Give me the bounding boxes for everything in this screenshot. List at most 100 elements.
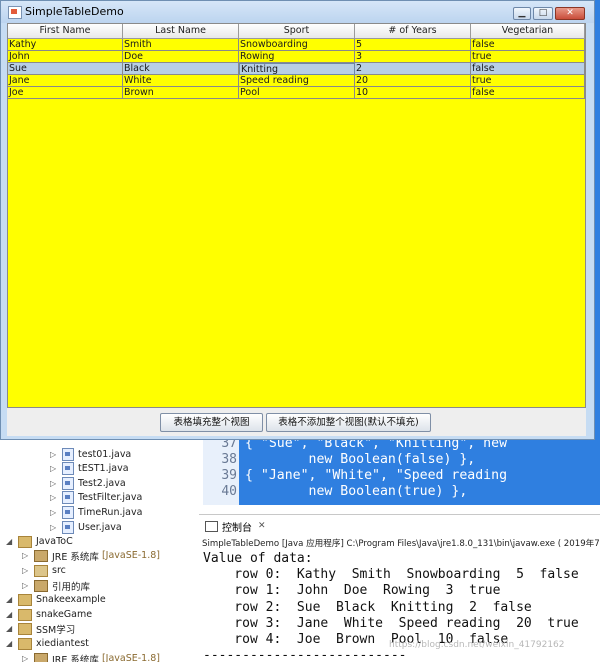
table-cell[interactable]: Pool <box>239 87 355 99</box>
expand-toggle-icon[interactable]: ▷ <box>50 508 60 517</box>
expand-toggle-icon[interactable]: ▷ <box>50 523 60 532</box>
table-cell[interactable]: Doe <box>123 51 239 63</box>
tree-item[interactable]: ▷ test01.java <box>50 447 131 462</box>
tree-item[interactable]: ▷ JRE 系统库 [JavaSE-1.8] <box>22 651 160 662</box>
table-cell[interactable]: Brown <box>123 87 239 99</box>
table-cell[interactable]: Snowboarding <box>239 39 355 51</box>
table-cell[interactable]: White <box>123 75 239 87</box>
column-header[interactable]: Sport <box>239 24 355 39</box>
table-cell[interactable]: John <box>8 51 123 63</box>
fill-viewport-button[interactable]: 表格填充整个视图 <box>160 413 263 432</box>
column-header[interactable]: # of Years <box>355 24 471 39</box>
console-line: row 0: Kathy Smith Snowboarding 5 false <box>203 567 579 583</box>
table-header: First Name Last Name Sport # of Years Vegeta… <box>8 24 585 39</box>
column-header[interactable]: First Name <box>8 24 123 39</box>
expand-toggle-icon[interactable]: ▷ <box>22 566 32 575</box>
console-tab-label[interactable]: 控制台 <box>222 519 252 534</box>
table-cell[interactable]: Black <box>123 63 239 75</box>
expand-toggle-icon[interactable]: ▷ <box>22 581 32 590</box>
table-cell[interactable]: 2 <box>355 63 471 75</box>
expand-toggle-icon[interactable]: ◢ <box>6 610 16 619</box>
table-cell[interactable]: Joe <box>8 87 123 99</box>
console-line: row 2: Sue Black Knitting 2 false <box>203 599 532 615</box>
column-header[interactable]: Last Name <box>123 24 239 39</box>
library-icon <box>34 652 48 662</box>
content-pane: First Name Last Name Sport # of Years Vegeta… <box>7 23 586 436</box>
project-item[interactable]: ◢ Snakeexample <box>6 592 106 607</box>
table-cell[interactable]: Jane <box>8 75 123 87</box>
table-cell[interactable]: Sue <box>8 63 123 75</box>
expand-toggle-icon[interactable]: ▷ <box>22 551 32 560</box>
table-cell[interactable]: false <box>471 39 585 51</box>
java-app-icon <box>8 6 22 19</box>
table-row[interactable]: Joe Brown Pool 10 false <box>8 87 585 99</box>
expand-toggle-icon[interactable]: ▷ <box>50 464 60 473</box>
tree-item-label: TestFilter.java <box>78 492 143 503</box>
expand-toggle-icon[interactable]: ◢ <box>6 537 16 546</box>
table-cell[interactable]: 3 <box>355 51 471 63</box>
expand-toggle-icon[interactable]: ◢ <box>6 639 16 648</box>
tree-item[interactable]: ▷ src <box>22 563 66 578</box>
table-row[interactable]: Kathy Smith Snowboarding 5 false <box>8 39 585 51</box>
column-header[interactable]: Vegetarian <box>471 24 585 39</box>
expand-toggle-icon[interactable]: ▷ <box>22 654 32 662</box>
tree-item-label: JRE 系统库 <box>52 551 99 563</box>
project-icon <box>18 608 32 621</box>
java-file-icon <box>62 477 74 490</box>
tree-item[interactable]: ▷ JRE 系统库 [JavaSE-1.8] <box>22 548 160 563</box>
table-scroll-pane[interactable]: First Name Last Name Sport # of Years Vegeta… <box>7 23 586 408</box>
tree-item[interactable]: ▷ 引用的库 <box>22 578 90 593</box>
table-cell[interactable]: false <box>471 63 585 75</box>
tree-item[interactable]: ▷ TestFilter.java <box>50 490 142 505</box>
code-line: { "Jane", "White", "Speed reading <box>245 468 508 483</box>
library-icon <box>34 579 48 592</box>
java-file-icon <box>62 506 74 519</box>
project-item[interactable]: ◢ xiediantest <box>6 636 89 651</box>
table-cell[interactable]: Rowing <box>239 51 355 63</box>
tree-item-label: 引用的库 <box>52 581 91 593</box>
expand-toggle-icon[interactable]: ◢ <box>6 595 16 604</box>
table-cell[interactable]: Smith <box>123 39 239 51</box>
project-item[interactable]: ◢ snakeGame <box>6 607 92 622</box>
tree-item[interactable]: ▷ tEST1.java <box>50 461 129 476</box>
tree-item-label: JRE 系统库 <box>52 654 99 662</box>
code-line: new Boolean(false) }, <box>245 452 476 467</box>
close-tab-icon[interactable]: ✕ <box>258 521 266 531</box>
expand-toggle-icon[interactable]: ▷ <box>50 479 60 488</box>
button-bar: 表格填充整个视图 表格不添加整个视图(默认不填充) <box>7 409 586 436</box>
tree-item-label: SSM学习 <box>36 624 76 636</box>
tree-item[interactable]: ▷ TimeRun.java <box>50 505 142 520</box>
no-fill-viewport-button[interactable]: 表格不添加整个视图(默认不填充) <box>266 413 431 432</box>
maximize-button[interactable]: □ <box>533 7 553 20</box>
table-row[interactable]: Sue Black Knitting 2 false <box>8 63 585 75</box>
project-item[interactable]: ◢ SSM学习 <box>6 621 75 636</box>
minimize-button[interactable]: ▁ <box>513 7 531 20</box>
table-cell[interactable]: Speed reading <box>239 75 355 87</box>
table-cell[interactable]: 10 <box>355 87 471 99</box>
tree-item-label: JavaToC <box>36 536 73 547</box>
table-cell[interactable]: true <box>471 51 585 63</box>
tree-item[interactable]: ▷ Test2.java <box>50 476 126 491</box>
window-title: SimpleTableDemo <box>25 5 124 18</box>
tree-item[interactable]: ▷ User.java <box>50 520 122 535</box>
tree-item-label: xiediantest <box>36 638 89 649</box>
tree-item-label: tEST1.java <box>78 463 129 474</box>
table-body: Kathy Smith Snowboarding 5 false John Doe Rowin… <box>8 39 585 99</box>
title-bar[interactable]: SimpleTableDemo ▁ □ ✕ <box>1 1 594 23</box>
table-cell[interactable]: 20 <box>355 75 471 87</box>
line-number: 40 <box>221 484 237 499</box>
tree-item-label: snakeGame <box>36 609 93 620</box>
project-item[interactable]: ◢ JavaToC <box>6 534 73 549</box>
expand-toggle-icon[interactable]: ▷ <box>50 450 60 459</box>
expand-toggle-icon[interactable]: ◢ <box>6 624 16 633</box>
expand-toggle-icon[interactable]: ▷ <box>50 493 60 502</box>
close-button[interactable]: ✕ <box>555 7 585 20</box>
table-row[interactable]: Jane White Speed reading 20 true <box>8 75 585 87</box>
table-cell[interactable]: true <box>471 75 585 87</box>
table-row[interactable]: John Doe Rowing 3 true <box>8 51 585 63</box>
table-cell[interactable]: 5 <box>355 39 471 51</box>
table-cell[interactable]: false <box>471 87 585 99</box>
table-cell[interactable]: Kathy <box>8 39 123 51</box>
tree-item-label: test01.java <box>78 449 132 460</box>
table-cell[interactable]: Knitting <box>239 63 355 75</box>
